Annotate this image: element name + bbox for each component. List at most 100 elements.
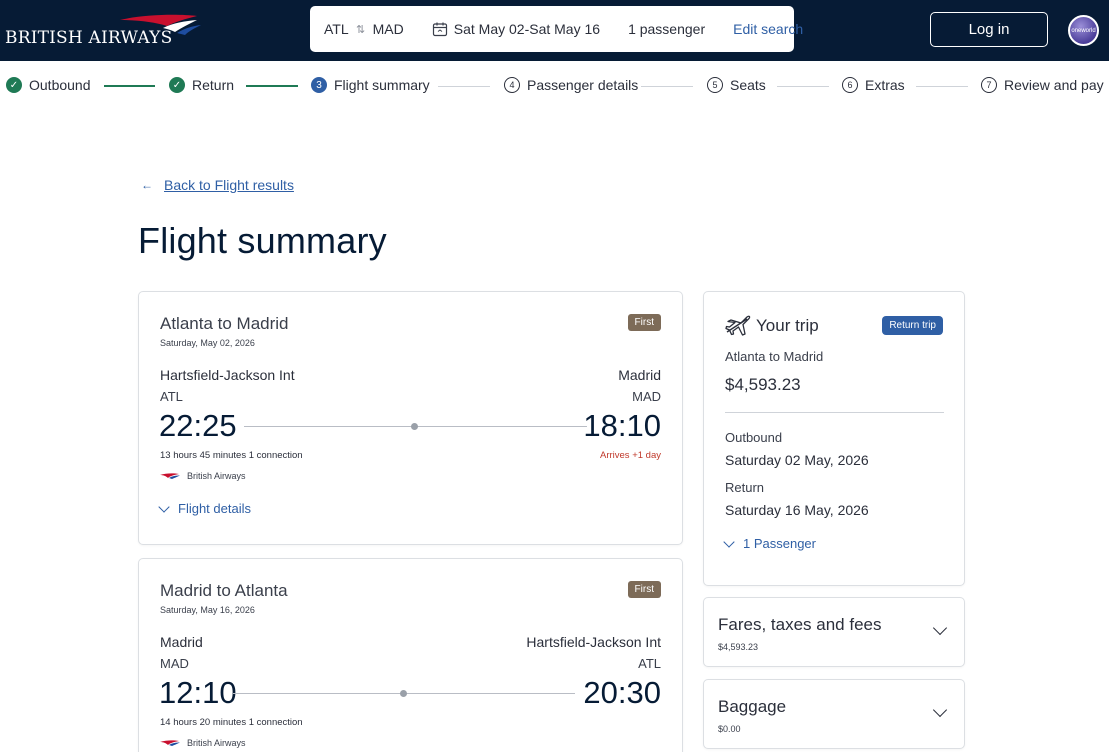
- page-title: Flight summary: [138, 220, 387, 261]
- departure-airport: Hartsfield-Jackson Int: [160, 367, 295, 383]
- operating-airline: British Airways: [160, 738, 246, 748]
- trip-summary-card: Your trip Return trip Atlanta to Madrid …: [703, 291, 965, 586]
- baggage-accordion[interactable]: Baggage $0.00: [703, 679, 965, 749]
- fares-accordion[interactable]: Fares, taxes and fees $4,593.23: [703, 597, 965, 667]
- step-outbound[interactable]: ✓ Outbound: [6, 77, 91, 93]
- connection-dot: [411, 423, 418, 430]
- passenger-count: 1 passenger: [628, 21, 706, 37]
- step-connector: [438, 86, 490, 87]
- arrival-code: ATL: [638, 656, 661, 671]
- operating-airline: British Airways: [160, 471, 246, 481]
- step-seats: 5 Seats: [707, 77, 766, 93]
- top-header: BRITISH AIRWAYS ATL ⇅ MAD Sat May 02-Sat…: [0, 0, 1109, 61]
- flight-duration: 14 hours 20 minutes 1 connection: [160, 717, 303, 728]
- return-date: Saturday 16 May, 2026: [725, 502, 869, 518]
- destination-code: MAD: [372, 21, 404, 37]
- trip-route: Atlanta to Madrid: [725, 349, 824, 364]
- step-passenger-details: 4 Passenger details: [504, 77, 638, 93]
- step-review-and-pay: 7 Review and pay: [981, 77, 1104, 93]
- edit-search-label: Edit search: [733, 21, 804, 37]
- trip-price: $4,593.23: [725, 375, 801, 394]
- arrival-airport: Hartsfield-Jackson Int: [526, 634, 661, 650]
- oneworld-logo: oneworld: [1068, 15, 1099, 46]
- login-button[interactable]: Log in: [930, 12, 1048, 47]
- departure-code: ATL: [160, 389, 183, 404]
- airline-logo-icon: [160, 473, 180, 479]
- cabin-badge: First: [627, 314, 661, 331]
- airline-name: British Airways: [187, 471, 246, 481]
- chevron-down-icon: [158, 500, 170, 513]
- return-flight-card: Madrid to Atlanta Saturday, May 16, 2026…: [138, 558, 683, 752]
- step-extras: 6 Extras: [842, 77, 905, 93]
- step-flight-summary: 3 Flight summary: [311, 77, 430, 93]
- check-icon: ✓: [169, 77, 185, 93]
- airline-name: British Airways: [187, 738, 246, 748]
- chevron-down-icon: [932, 702, 948, 718]
- return-label: Return: [725, 480, 765, 495]
- fares-title: Fares, taxes and fees: [718, 615, 882, 634]
- british-airways-logo[interactable]: BRITISH AIRWAYS: [5, 14, 205, 48]
- outbound-flight-card: Atlanta to Madrid Saturday, May 02, 2026…: [138, 291, 683, 545]
- outbound-date: Saturday 02 May, 2026: [725, 452, 869, 468]
- step-label: Flight summary: [334, 77, 430, 93]
- passengers-label: 1 Passenger: [743, 536, 816, 551]
- arrival-time: 20:30: [583, 675, 661, 710]
- step-connector: [916, 86, 968, 87]
- flight-details-label: Flight details: [178, 501, 251, 516]
- flight-date: Saturday, May 02, 2026: [160, 338, 255, 348]
- flight-route: Madrid to Atlanta: [160, 581, 288, 600]
- plane-icon: [725, 315, 751, 336]
- check-icon: ✓: [6, 77, 22, 93]
- flight-duration: 13 hours 45 minutes 1 connection: [160, 450, 303, 461]
- departure-code: MAD: [160, 656, 189, 671]
- back-to-results-link[interactable]: ← Back to Flight results: [141, 177, 294, 193]
- passengers-segment[interactable]: 1 passenger: [614, 18, 719, 40]
- travel-dates: Sat May 02-Sat May 16: [453, 21, 601, 37]
- dates-segment[interactable]: Sat May 02-Sat May 16: [418, 18, 614, 40]
- airline-logo-icon: [160, 740, 180, 746]
- outbound-label: Outbound: [725, 430, 783, 445]
- step-label: Outbound: [29, 77, 91, 93]
- back-link-label: Back to Flight results: [164, 177, 294, 193]
- arrival-airport: Madrid: [618, 367, 661, 383]
- route-segment[interactable]: ATL ⇅ MAD: [310, 18, 418, 40]
- arrives-next-day-note: Arrives +1 day: [600, 450, 661, 461]
- swap-icon: ⇅: [356, 23, 366, 36]
- chevron-down-icon: [723, 535, 735, 548]
- trip-title: Your trip: [756, 316, 819, 335]
- passengers-toggle[interactable]: 1 Passenger: [723, 535, 816, 551]
- step-number: 4: [504, 77, 520, 93]
- departure-airport: Madrid: [160, 634, 203, 650]
- step-connector: [777, 86, 829, 87]
- edit-search-button[interactable]: Edit search: [719, 18, 817, 40]
- departure-time: 22:25: [159, 408, 237, 443]
- step-number: 5: [707, 77, 723, 93]
- origin-code: ATL: [324, 21, 349, 37]
- step-connector: [104, 85, 155, 87]
- step-connector: [641, 86, 693, 87]
- cabin-badge: First: [627, 581, 661, 598]
- step-label: Return: [192, 77, 235, 93]
- step-number: 6: [842, 77, 858, 93]
- chevron-down-icon: [932, 620, 948, 636]
- arrival-time: 18:10: [583, 408, 661, 443]
- divider: [725, 412, 944, 413]
- step-label: Extras: [865, 77, 905, 93]
- step-connector: [246, 85, 298, 87]
- flight-date: Saturday, May 16, 2026: [160, 605, 255, 615]
- step-label: Review and pay: [1004, 77, 1104, 93]
- step-return[interactable]: ✓ Return: [169, 77, 234, 93]
- arrival-code: MAD: [632, 389, 661, 404]
- flight-route: Atlanta to Madrid: [160, 314, 289, 333]
- step-number: 7: [981, 77, 997, 93]
- fares-amount: $4,593.23: [718, 642, 759, 652]
- brand-name: BRITISH AIRWAYS: [5, 28, 173, 48]
- departure-time: 12:10: [159, 675, 237, 710]
- trip-type-badge: Return trip: [882, 316, 943, 335]
- search-summary[interactable]: ATL ⇅ MAD Sat May 02-Sat May 16 1 passen…: [310, 6, 803, 52]
- step-number: 3: [311, 77, 327, 93]
- flight-details-toggle[interactable]: Flight details: [158, 500, 251, 516]
- calendar-icon: [432, 22, 447, 37]
- booking-progress: ✓ Outbound ✓ Return 3 Flight summary 4 P…: [0, 73, 1109, 101]
- step-label: Seats: [730, 77, 766, 93]
